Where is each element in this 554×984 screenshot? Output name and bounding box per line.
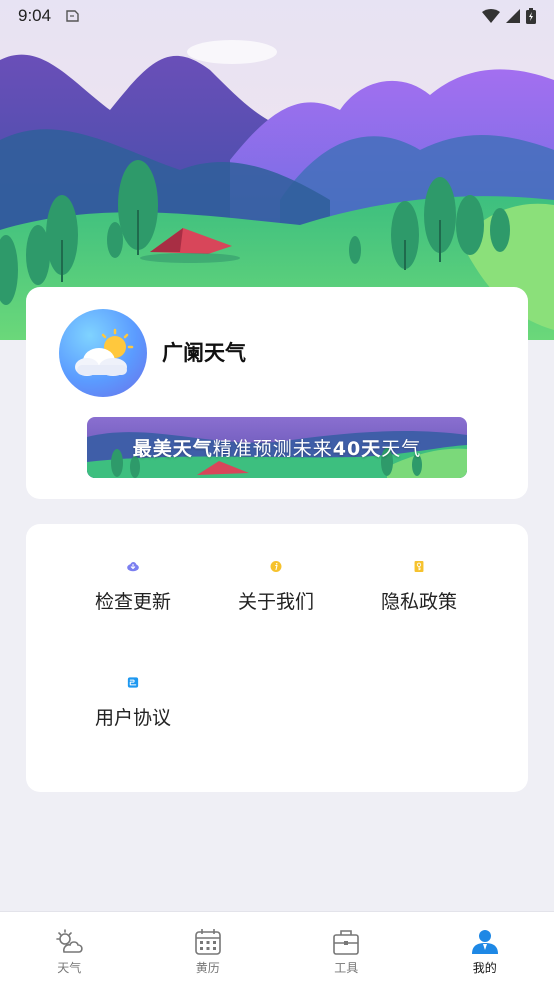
menu-card: 检查更新 关于我们 隐私政策 用户协议 — [26, 524, 528, 792]
agreement-icon — [127, 677, 139, 688]
user-agreement-label: 用户协议 — [94, 707, 171, 729]
about-us-label: 关于我们 — [237, 591, 314, 613]
promo-banner[interactable]: 最美天气 精准预测未来 40天 天气 — [87, 417, 467, 478]
app-logo — [59, 309, 147, 397]
status-bar: 9:04 — [0, 0, 554, 32]
banner-text-bold-2: 40天 — [332, 438, 382, 460]
info-icon — [270, 561, 282, 572]
about-us-button[interactable]: 关于我们 — [206, 524, 346, 614]
cloud-download-icon — [127, 562, 139, 572]
profile-icon — [471, 930, 498, 954]
key-icon — [414, 561, 424, 572]
app-name: 广阑天气 — [162, 341, 246, 365]
weather-icon — [56, 929, 83, 953]
tab-weather[interactable]: 天气 — [0, 912, 139, 984]
profile-card: 广阑天气 最美天气 精准预测未来 40天 天气 — [26, 287, 528, 499]
signal-icon — [506, 9, 520, 23]
sd-card-icon — [66, 10, 79, 22]
user-agreement-button[interactable]: 用户协议 — [63, 640, 203, 730]
banner-text-4: 天气 — [381, 438, 422, 460]
bottom-tab-bar: 天气 黄历 工具 我的 — [0, 911, 554, 984]
sun-cloud-icon — [75, 328, 134, 376]
calendar-icon — [194, 929, 221, 955]
privacy-policy-button[interactable]: 隐私政策 — [349, 524, 489, 614]
tab-mine-label: 我的 — [472, 961, 497, 975]
tab-tools[interactable]: 工具 — [277, 912, 416, 984]
battery-icon — [526, 8, 536, 24]
check-update-button[interactable]: 检查更新 — [63, 524, 203, 614]
check-update-label: 检查更新 — [94, 591, 171, 613]
tab-weather-label: 天气 — [57, 961, 82, 975]
wifi-icon — [482, 9, 500, 23]
tab-mine[interactable]: 我的 — [416, 912, 554, 984]
banner-text-bold-1: 最美天气 — [132, 438, 213, 460]
tab-almanac-label: 黄历 — [195, 961, 220, 975]
banner-text: 最美天气 精准预测未来 40天 天气 — [87, 417, 467, 478]
banner-text-2: 精准预测未来 — [212, 438, 333, 460]
status-time: 9:04 — [18, 6, 52, 25]
tab-tools-label: 工具 — [334, 961, 359, 975]
privacy-policy-label: 隐私政策 — [380, 591, 457, 613]
toolbox-icon — [333, 930, 360, 955]
tab-almanac[interactable]: 黄历 — [139, 912, 278, 984]
